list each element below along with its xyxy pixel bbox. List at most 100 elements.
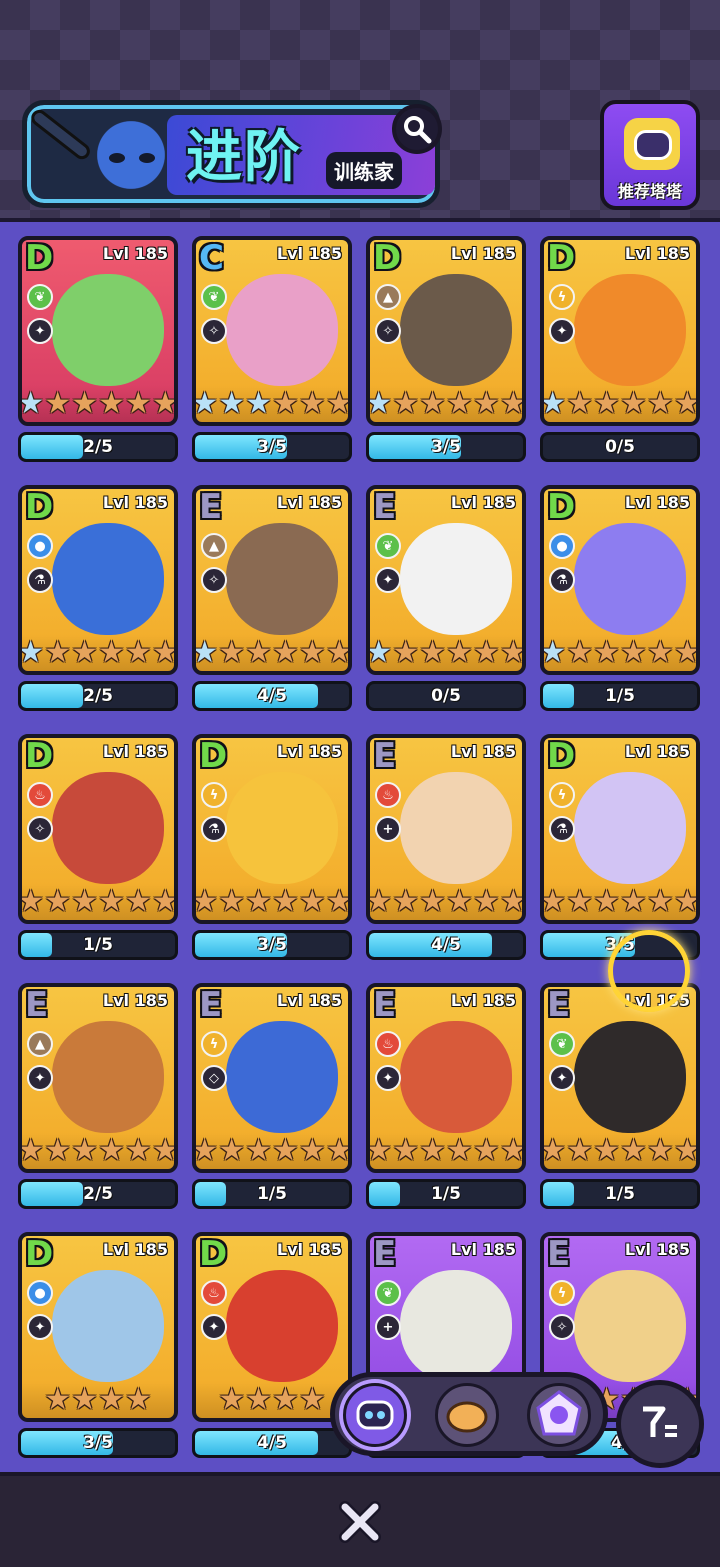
recommend-button[interactable]: 推荐塔塔 [600,100,700,210]
star-icon: ★ [245,635,272,670]
tata-card[interactable]: E Lvl 185 ▲ ✧ ★ ★ ★ ★ ★ ★ [192,485,352,675]
search-button[interactable] [392,104,442,154]
tata-card-cell[interactable]: D Lvl 185 ● ✦ ★ ★ ★ ★ 3/5 [18,1232,178,1467]
tata-card-cell[interactable]: D Lvl 185 ● ⚗ ★ ★ ★ ★ ★ ★ 2/5 [18,485,178,720]
bread-filter-button[interactable] [435,1383,499,1447]
level-label: Lvl 185 [102,1240,168,1259]
star-icon: ★ [366,884,393,919]
tata-filter-button[interactable] [343,1383,407,1447]
grade-badge: D [547,487,576,527]
card-grid-panel[interactable]: D Lvl 185 ❦ ✦ ★ ★ ★ ★ ★ ★ 2/5 C Lvl 185 ❦ ✧ ★ ★ ★ ★ ★ ★ 3/5 D L… [0,218,720,1472]
tata-card-cell[interactable]: D Lvl 185 ❦ ✦ ★ ★ ★ ★ ★ ★ 2/5 [18,236,178,471]
tata-card-cell[interactable]: D Lvl 185 ♨ ✦ ★ ★ ★ ★ 4/5 [192,1232,352,1467]
tata-card-cell[interactable]: E Lvl 185 ▲ ✧ ★ ★ ★ ★ ★ ★ 4/5 [192,485,352,720]
progress-bar: 2/5 [18,681,178,711]
star-icon: ★ [540,635,567,670]
grade-badge: E [25,985,49,1025]
star-icon: ★ [71,635,98,670]
close-button[interactable] [330,1492,390,1552]
tata-card[interactable]: D Lvl 185 ϟ ⚗ ★ ★ ★ ★ ★ ★ [192,734,352,924]
star-icon: ★ [366,386,393,421]
tata-card[interactable]: C Lvl 185 ❦ ✧ ★ ★ ★ ★ ★ ★ [192,236,352,426]
tata-portrait [400,523,512,635]
tata-card[interactable]: D Lvl 185 ▲ ✧ ★ ★ ★ ★ ★ ★ [366,236,526,426]
crystal-filter-button[interactable] [527,1383,591,1447]
star-rating: ★★★★★★ [22,635,174,671]
tata-card[interactable]: D Lvl 185 ♨ ✦ ★ ★ ★ ★ [192,1232,352,1422]
star-icon: ★ [71,1382,98,1417]
tata-card[interactable]: D Lvl 185 ϟ ⚗ ★ ★ ★ ★ ★ ★ [540,734,700,924]
progress-text: 1/5 [83,935,113,955]
tata-card[interactable]: E Lvl 185 ▲ ✦ ★ ★ ★ ★ ★ ★ [18,983,178,1173]
star-icon: ★ [472,1133,500,1168]
star-icon: ★ [151,635,178,670]
tata-card-cell[interactable]: D Lvl 185 ▲ ✧ ★ ★ ★ ★ ★ ★ 3/5 [366,236,526,471]
progress-bar: 2/5 [18,1179,178,1209]
level-label: Lvl 185 [450,742,516,761]
tata-card-cell[interactable]: E Lvl 185 ▲ ✦ ★ ★ ★ ★ ★ ★ 2/5 [18,983,178,1218]
star-icon: ★ [124,1382,152,1417]
grade-badge: D [25,1234,54,1274]
sort-button[interactable] [616,1380,704,1468]
star-icon: ★ [673,884,700,919]
star-icon: ★ [472,635,500,670]
tata-portrait [52,523,164,635]
star-rating: ★★★★★★ [196,386,348,422]
tata-portrait [574,1021,686,1133]
grade-badge: D [25,736,54,776]
tata-portrait [574,523,686,635]
leaf-element-icon: ❦ [375,1280,401,1306]
tata-card-cell[interactable]: D Lvl 185 ● ⚗ ★ ★ ★ ★ ★ ★ 1/5 [540,485,700,720]
tata-card[interactable]: D Lvl 185 ● ✦ ★ ★ ★ ★ [18,1232,178,1422]
star-icon: ★ [392,386,420,421]
tata-card[interactable]: D Lvl 185 ♨ ✧ ★ ★ ★ ★ ★ ★ [18,734,178,924]
grade-badge: E [373,736,397,776]
tata-card-cell[interactable]: D Lvl 185 ♨ ✧ ★ ★ ★ ★ ★ ★ 1/5 [18,734,178,969]
tata-card[interactable]: E Lvl 185 ❦ ✦ ★ ★ ★ ★ ★ ★ [540,983,700,1173]
star-icon: ★ [18,635,45,670]
progress-bar: 4/5 [192,681,352,711]
progress-bar: 1/5 [540,681,700,711]
tata-card[interactable]: E Lvl 185 ❦ ✦ ★ ★ ★ ★ ★ ★ [366,485,526,675]
tata-portrait [226,772,338,884]
star-icon: ★ [325,1133,352,1168]
tata-card-cell[interactable]: D Lvl 185 ϟ ✦ ★ ★ ★ ★ ★ ★ 0/5 [540,236,700,471]
tata-card[interactable]: E Lvl 185 ♨ ✦ ★ ★ ★ ★ ★ ★ [366,983,526,1173]
tata-card[interactable]: D Lvl 185 ϟ ✦ ★ ★ ★ ★ ★ ★ [540,236,700,426]
star-icon: ★ [646,635,674,670]
fire-element-icon: ♨ [201,1280,227,1306]
star-icon: ★ [566,386,594,421]
mascot-icon [71,119,191,199]
star-icon: ★ [218,884,246,919]
tata-portrait [226,274,338,386]
tata-card-cell[interactable]: D Lvl 185 ϟ ⚗ ★ ★ ★ ★ ★ ★ 3/5 [192,734,352,969]
star-icon: ★ [646,386,674,421]
tata-card[interactable]: E Lvl 185 ♨ + ★ ★ ★ ★ ★ ★ [366,734,526,924]
tata-card[interactable]: D Lvl 185 ❦ ✦ ★ ★ ★ ★ ★ ★ [18,236,178,426]
star-rating: ★★★★★★ [22,1133,174,1169]
tata-card-cell[interactable]: D Lvl 185 ϟ ⚗ ★ ★ ★ ★ ★ ★ 3/5 [540,734,700,969]
star-icon: ★ [245,884,272,919]
progress-text: 2/5 [83,1184,113,1204]
star-icon: ★ [192,635,219,670]
tata-card-cell[interactable]: E Lvl 185 ❦ ✦ ★ ★ ★ ★ ★ ★ 0/5 [366,485,526,720]
star-icon: ★ [192,1133,219,1168]
tata-card[interactable]: D Lvl 185 ● ⚗ ★ ★ ★ ★ ★ ★ [540,485,700,675]
star-icon: ★ [593,884,620,919]
tata-card[interactable]: D Lvl 185 ● ⚗ ★ ★ ★ ★ ★ ★ [18,485,178,675]
tata-card-cell[interactable]: E Lvl 185 ♨ ✦ ★ ★ ★ ★ ★ ★ 1/5 [366,983,526,1218]
tata-card-cell[interactable]: E Lvl 185 ϟ ◇ ★ ★ ★ ★ ★ ★ 1/5 [192,983,352,1218]
progress-text: 2/5 [83,437,113,457]
tata-card-cell[interactable]: E Lvl 185 ♨ + ★ ★ ★ ★ ★ ★ 4/5 [366,734,526,969]
sword-role-icon: ✦ [27,318,53,344]
progress-bar: 4/5 [366,930,526,960]
progress-text: 1/5 [431,1184,461,1204]
star-icon: ★ [71,1133,98,1168]
star-icon: ★ [620,386,647,421]
star-icon: ★ [272,1382,299,1417]
tata-card[interactable]: E Lvl 185 ϟ ◇ ★ ★ ★ ★ ★ ★ [192,983,352,1173]
tata-card-cell[interactable]: E Lvl 185 ❦ ✦ ★ ★ ★ ★ ★ ★ 1/5 [540,983,700,1218]
tata-card-cell[interactable]: C Lvl 185 ❦ ✧ ★ ★ ★ ★ ★ ★ 3/5 [192,236,352,471]
potion-role-icon: ⚗ [201,816,227,842]
leaf-element-icon: ❦ [549,1031,575,1057]
